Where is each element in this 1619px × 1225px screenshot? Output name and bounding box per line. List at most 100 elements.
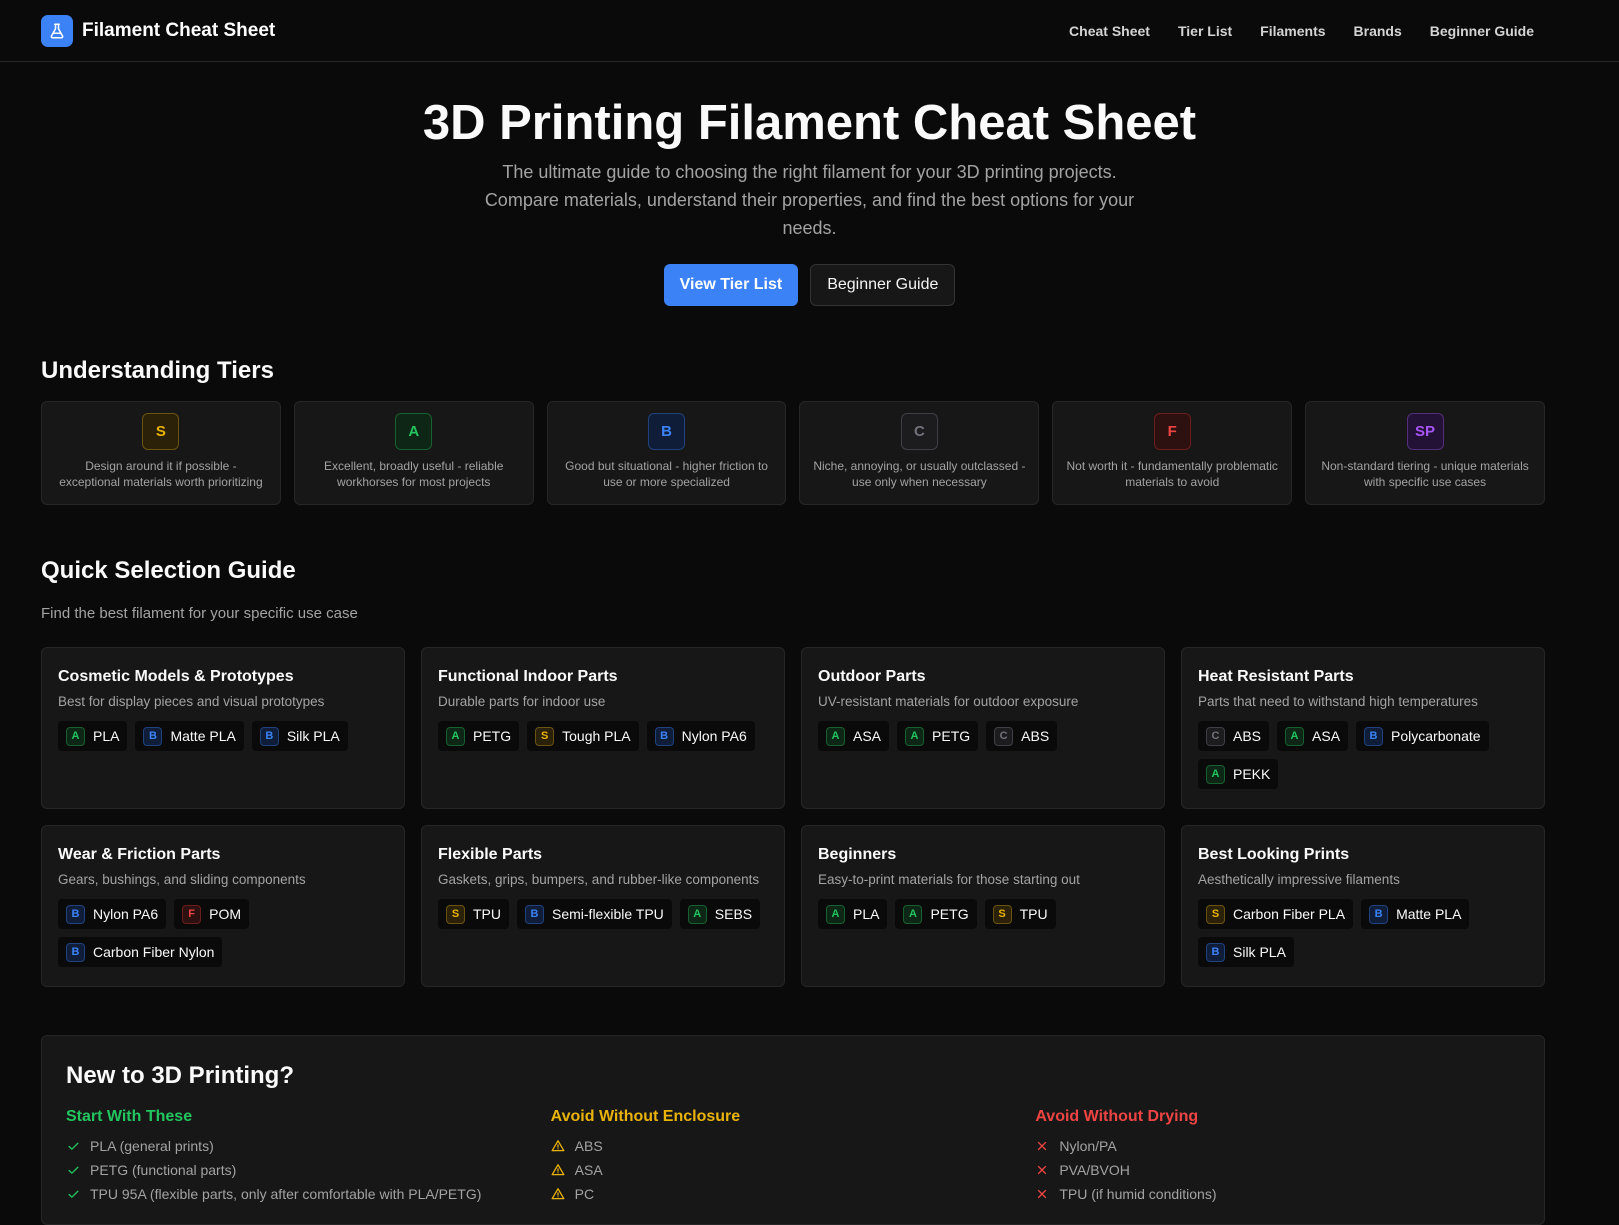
tiers-section: Understanding Tiers S Design around it if… xyxy=(0,357,1619,505)
guide-card[interactable]: Functional Indoor Parts Durable parts for… xyxy=(421,647,785,809)
tier-badge: C xyxy=(994,726,1014,746)
tier-badge: A xyxy=(446,726,465,746)
hero: 3D Printing Filament Cheat Sheet The ult… xyxy=(0,62,1619,306)
filament-chip[interactable]: B Nylon PA6 xyxy=(646,721,755,751)
filament-chip[interactable]: B Polycarbonate xyxy=(1356,721,1489,751)
newbie-item-text: TPU 95A (flexible parts, only after comf… xyxy=(90,1186,482,1202)
filament-chip[interactable]: A ASA xyxy=(818,721,890,751)
warning-icon xyxy=(551,1163,565,1177)
filament-chip[interactable]: S TPU xyxy=(438,899,509,929)
tier-badge: C xyxy=(900,413,938,450)
brand[interactable]: Filament Cheat Sheet xyxy=(41,14,275,47)
tier-description: Niche, annoying, or usually outclassed -… xyxy=(813,459,1026,489)
filament-chip[interactable]: A PETG xyxy=(895,899,977,929)
tier-card-s: S Design around it if possible - exceptio… xyxy=(41,401,281,505)
newbie-item-text: TPU (if humid conditions) xyxy=(1059,1186,1217,1202)
filament-chip[interactable]: B Silk PLA xyxy=(251,721,348,751)
check-icon xyxy=(66,1187,80,1201)
tier-badge: F xyxy=(182,904,202,924)
tier-cards: S Design around it if possible - exceptio… xyxy=(41,401,1545,505)
nav-cheat-sheet[interactable]: Cheat Sheet xyxy=(1069,23,1150,39)
tier-description: Excellent, broadly useful - reliable wor… xyxy=(324,459,504,489)
newbie-list: ABS ASA PC xyxy=(551,1134,1036,1206)
tier-badge: B xyxy=(1364,726,1384,746)
filament-chip[interactable]: F POM xyxy=(174,899,249,929)
tiers-title: Understanding Tiers xyxy=(41,357,274,384)
guide-card[interactable]: Beginners Easy-to-print materials for tho… xyxy=(801,825,1165,987)
filament-chips: S Carbon Fiber PLA B Matte PLA B Silk PLA xyxy=(1198,899,1528,967)
guide-card[interactable]: Wear & Friction Parts Gears, bushings, an… xyxy=(41,825,405,987)
guide-card[interactable]: Heat Resistant Parts Parts that need to w… xyxy=(1181,647,1545,809)
tier-badge: A xyxy=(826,726,845,746)
newbie-item-text: ABS xyxy=(574,1138,603,1154)
filament-name: TPU xyxy=(1019,906,1048,922)
newbie-list: Nylon/PA PVA/BVOH TPU (if humid conditions… xyxy=(1035,1134,1520,1206)
top-navbar: Filament Cheat Sheet Cheat Sheet Tier Li… xyxy=(0,0,1619,62)
filament-chip[interactable]: A PLA xyxy=(818,899,888,929)
newbie-title: New to 3D Printing? xyxy=(66,1062,294,1089)
guide-card-title: Heat Resistant Parts xyxy=(1198,668,1354,685)
filament-name: Tough PLA xyxy=(562,728,631,744)
hero-buttons: View Tier List Beginner Guide xyxy=(0,264,1619,306)
guide-card[interactable]: Outdoor Parts UV-resistant materials for … xyxy=(801,647,1165,809)
guide-card[interactable]: Best Looking Prints Aesthetically impress… xyxy=(1181,825,1545,987)
tier-badge: A xyxy=(1285,726,1305,746)
filament-chips: C ABS A ASA B Polycarbonate A PEKK xyxy=(1198,721,1528,789)
newbie-column: Avoid Without Drying Nylon/PA PVA/BVOH TPU … xyxy=(1035,1108,1520,1206)
nav-beginner-guide[interactable]: Beginner Guide xyxy=(1430,23,1534,39)
filament-chip[interactable]: C ABS xyxy=(986,721,1058,751)
guide-card[interactable]: Cosmetic Models & Prototypes Best for dis… xyxy=(41,647,405,809)
filament-chip[interactable]: A SEBS xyxy=(679,899,761,929)
view-tier-list-button[interactable]: View Tier List xyxy=(663,264,799,306)
tier-badge: B xyxy=(525,904,544,924)
filament-chip[interactable]: B Nylon PA6 xyxy=(58,899,167,929)
beginner-guide-button[interactable]: Beginner Guide xyxy=(810,264,956,306)
nav-brands[interactable]: Brands xyxy=(1354,23,1402,39)
newbie-list-item: PETG (functional parts) xyxy=(66,1158,551,1182)
filament-chip[interactable]: B Carbon Fiber Nylon xyxy=(58,937,223,967)
filament-chip[interactable]: B Matte PLA xyxy=(135,721,244,751)
warning-icon xyxy=(551,1139,565,1153)
filament-chip[interactable]: A PLA xyxy=(58,721,128,751)
tier-badge: A xyxy=(905,726,925,746)
filament-chip[interactable]: A PETG xyxy=(897,721,979,751)
filament-name: Silk PLA xyxy=(1233,944,1286,960)
filament-chips: A ASA A PETG C ABS xyxy=(818,721,1148,751)
filament-name: PETG xyxy=(930,906,969,922)
filament-name: TPU xyxy=(473,906,501,922)
tier-badge: B xyxy=(66,942,85,962)
filament-name: PLA xyxy=(93,728,120,744)
tier-badge: F xyxy=(1153,413,1191,450)
warning-icon xyxy=(551,1187,565,1201)
tier-badge: A xyxy=(66,726,85,746)
tier-description: Not worth it - fundamentally problematic… xyxy=(1066,459,1278,489)
filament-chip[interactable]: B Matte PLA xyxy=(1361,899,1470,929)
nav-filaments[interactable]: Filaments xyxy=(1260,23,1325,39)
filament-chip[interactable]: B Semi-flexible TPU xyxy=(517,899,672,929)
newbie-box: New to 3D Printing? Start With These PLA … xyxy=(41,1035,1545,1225)
newbie-item-text: PVA/BVOH xyxy=(1059,1162,1130,1178)
filament-chip[interactable]: C ABS xyxy=(1198,721,1270,751)
guide-card-title: Outdoor Parts xyxy=(818,668,926,685)
tier-badge: B xyxy=(66,904,85,924)
filament-chip[interactable]: S TPU xyxy=(984,899,1056,929)
filament-name: SEBS xyxy=(714,906,753,922)
newbie-list-item: TPU 95A (flexible parts, only after comf… xyxy=(66,1182,551,1206)
filament-chip[interactable]: S Tough PLA xyxy=(527,721,639,751)
guide-card[interactable]: Flexible Parts Gaskets, grips, bumpers, a… xyxy=(421,825,785,987)
filament-chip[interactable]: A ASA xyxy=(1277,721,1349,751)
filament-name: Carbon Fiber PLA xyxy=(1233,906,1346,922)
filament-name: ABS xyxy=(1233,728,1262,744)
main-nav: Cheat Sheet Tier List Filaments Brands B… xyxy=(1069,23,1534,39)
filament-name: ASA xyxy=(1312,728,1341,744)
filament-chip[interactable]: A PETG xyxy=(438,721,520,751)
filament-chip[interactable]: A PEKK xyxy=(1198,759,1279,789)
hero-subtitle: The ultimate guide to choosing the right… xyxy=(484,162,1135,238)
filament-chip[interactable]: B Silk PLA xyxy=(1198,937,1294,967)
newbie-column: Avoid Without Enclosure ABS ASA PC xyxy=(551,1108,1036,1206)
nav-tier-list[interactable]: Tier List xyxy=(1178,23,1232,39)
filament-chip[interactable]: S Carbon Fiber PLA xyxy=(1198,899,1354,929)
tier-badge: A xyxy=(903,904,923,924)
filament-name: Polycarbonate xyxy=(1391,728,1481,744)
tier-badge: S xyxy=(446,904,465,924)
